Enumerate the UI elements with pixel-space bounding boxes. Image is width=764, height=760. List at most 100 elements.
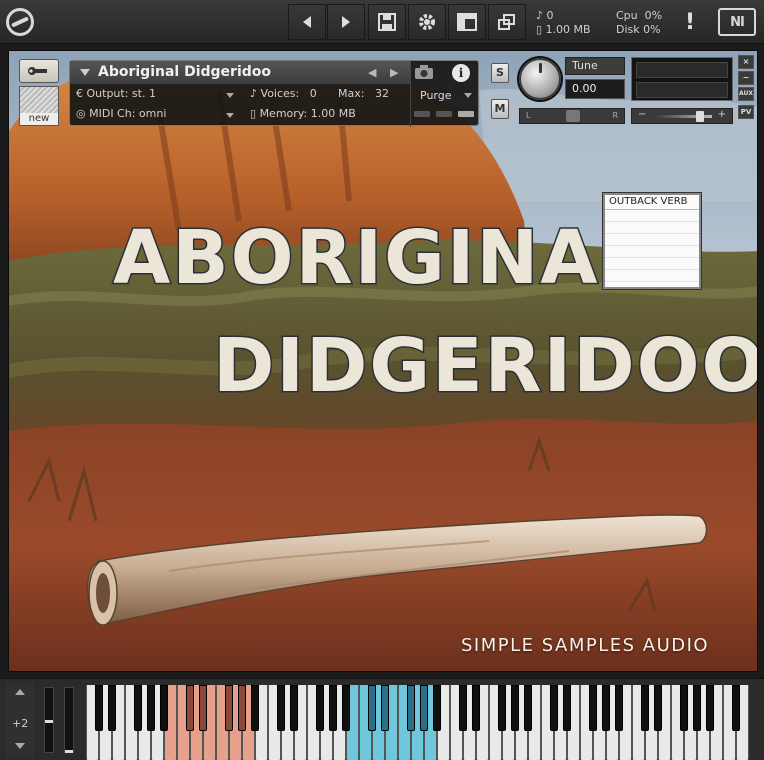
- view-button[interactable]: [448, 4, 486, 40]
- piano-black-key[interactable]: [186, 685, 194, 731]
- output-selector[interactable]: € Output: st. 1: [76, 87, 156, 105]
- piano-black-key[interactable]: [433, 685, 441, 731]
- output-dropdown-icon[interactable]: [226, 93, 234, 98]
- reverb-panel[interactable]: OUTBACK VERB: [603, 193, 701, 289]
- piano-black-key[interactable]: [251, 685, 259, 731]
- title-line1: ABORIGINAL: [113, 215, 649, 301]
- piano-black-key[interactable]: [368, 685, 376, 731]
- kontakt-logo-icon[interactable]: [6, 8, 34, 36]
- tune-value[interactable]: 0.00: [565, 79, 625, 99]
- octave-control: +2: [6, 683, 34, 757]
- volume-slider[interactable]: − +: [631, 108, 733, 124]
- tune-knob[interactable]: [519, 58, 561, 100]
- piano-black-key[interactable]: [342, 685, 350, 731]
- piano-black-key[interactable]: [95, 685, 103, 731]
- piano-black-key[interactable]: [147, 685, 155, 731]
- piano-black-key[interactable]: [589, 685, 597, 731]
- midi-dropdown-icon[interactable]: [226, 113, 234, 118]
- piano-black-key[interactable]: [498, 685, 506, 731]
- piano-black-key[interactable]: [134, 685, 142, 731]
- minimize-button[interactable]: −: [738, 71, 754, 85]
- save-button[interactable]: [368, 4, 406, 40]
- piano-black-key[interactable]: [329, 685, 337, 731]
- octave-down-icon[interactable]: [15, 743, 25, 749]
- performance-stats: ♪ 0 ▯ 1.00 MB Cpu 0% Disk 0%: [528, 6, 668, 38]
- piano-black-key[interactable]: [706, 685, 714, 731]
- piano-black-key[interactable]: [381, 685, 389, 731]
- piano-black-key[interactable]: [407, 685, 415, 731]
- piano-black-key[interactable]: [654, 685, 662, 731]
- mod-wheel[interactable]: [64, 687, 74, 753]
- nav-forward-button[interactable]: [327, 4, 365, 40]
- piano-black-key[interactable]: [420, 685, 428, 731]
- piano-black-key[interactable]: [225, 685, 233, 731]
- piano-black-key[interactable]: [108, 685, 116, 731]
- chevron-left-icon: [303, 16, 311, 28]
- rack-button[interactable]: [488, 4, 526, 40]
- mute-button[interactable]: M: [491, 99, 509, 119]
- piano-black-key[interactable]: [290, 685, 298, 731]
- nav-back-button[interactable]: [288, 4, 326, 40]
- piano-black-key[interactable]: [524, 685, 532, 731]
- aux-button[interactable]: AUX: [738, 87, 754, 101]
- gear-icon: [419, 14, 435, 30]
- piano-black-key[interactable]: [316, 685, 324, 731]
- windows-icon: [498, 14, 515, 30]
- piano-black-key[interactable]: [563, 685, 571, 731]
- piano-black-key[interactable]: [160, 685, 168, 731]
- instrument-name-row[interactable]: Aboriginal Didgeridoo ◀ ▶: [70, 61, 410, 85]
- piano-black-key[interactable]: [238, 685, 246, 731]
- piano-black-key[interactable]: [693, 685, 701, 731]
- wrench-icon: [28, 67, 47, 75]
- wrench-button[interactable]: [19, 59, 59, 83]
- kontakt-window: ♪ 0 ▯ 1.00 MB Cpu 0% Disk 0% ! NI ABORIG…: [0, 0, 764, 760]
- piano-black-key[interactable]: [680, 685, 688, 731]
- reverb-title: OUTBACK VERB: [605, 195, 699, 210]
- purge-dropdown-icon: [464, 93, 472, 98]
- cpu-stat: Cpu 0%: [616, 9, 663, 22]
- volume-handle[interactable]: [696, 111, 704, 122]
- close-button[interactable]: ×: [738, 55, 754, 69]
- pan-handle[interactable]: [566, 110, 580, 122]
- tune-display[interactable]: Tune 0.00: [565, 57, 625, 99]
- pan-slider[interactable]: L R: [519, 108, 625, 124]
- solo-button[interactable]: S: [491, 63, 509, 83]
- new-label: new: [20, 113, 58, 125]
- piano-black-key[interactable]: [199, 685, 207, 731]
- voices-display: ♪ Voices: 0: [250, 87, 317, 100]
- next-instrument-icon[interactable]: ▶: [390, 66, 398, 79]
- voices-stat: ♪ 0: [536, 9, 554, 22]
- collapse-arrow-icon[interactable]: [80, 69, 90, 76]
- output-value: st. 1: [131, 87, 156, 100]
- snapshot-camera-icon[interactable]: [414, 64, 440, 82]
- instrument-icon[interactable]: new: [19, 86, 59, 126]
- midi-channel-selector[interactable]: ◎ MIDI Ch: omni: [76, 107, 166, 125]
- piano-keyboard[interactable]: [86, 685, 758, 760]
- voices-value: 0: [309, 87, 317, 100]
- piano-black-key[interactable]: [732, 685, 740, 731]
- piano-black-key[interactable]: [277, 685, 285, 731]
- options-button[interactable]: [408, 4, 446, 40]
- piano-black-key[interactable]: [641, 685, 649, 731]
- artwork-title: ABORIGINAL DIDGERIDOO: [112, 214, 758, 411]
- prev-instrument-icon[interactable]: ◀: [368, 66, 376, 79]
- piano-black-key[interactable]: [511, 685, 519, 731]
- piano-black-key[interactable]: [472, 685, 480, 731]
- info-icon[interactable]: i: [452, 64, 470, 82]
- piano-black-key[interactable]: [459, 685, 467, 731]
- piano-black-key[interactable]: [615, 685, 623, 731]
- max-voices-value: 32: [374, 87, 389, 100]
- midi-channel-value: omni: [138, 107, 167, 120]
- ni-logo[interactable]: NI: [718, 8, 756, 36]
- octave-up-icon[interactable]: [15, 689, 25, 695]
- max-voices[interactable]: Max: 32: [338, 87, 389, 105]
- pitch-wheel[interactable]: [44, 687, 54, 753]
- piano-black-key[interactable]: [550, 685, 558, 731]
- piano-black-key[interactable]: [602, 685, 610, 731]
- purge-menu[interactable]: Purge: [414, 87, 478, 105]
- purge-meters: [414, 111, 476, 119]
- pv-button[interactable]: PV: [738, 105, 754, 119]
- memory-stat: ▯ 1.00 MB: [536, 23, 591, 36]
- keyboard-area: +2: [0, 678, 764, 760]
- warning-icon[interactable]: !: [676, 4, 704, 40]
